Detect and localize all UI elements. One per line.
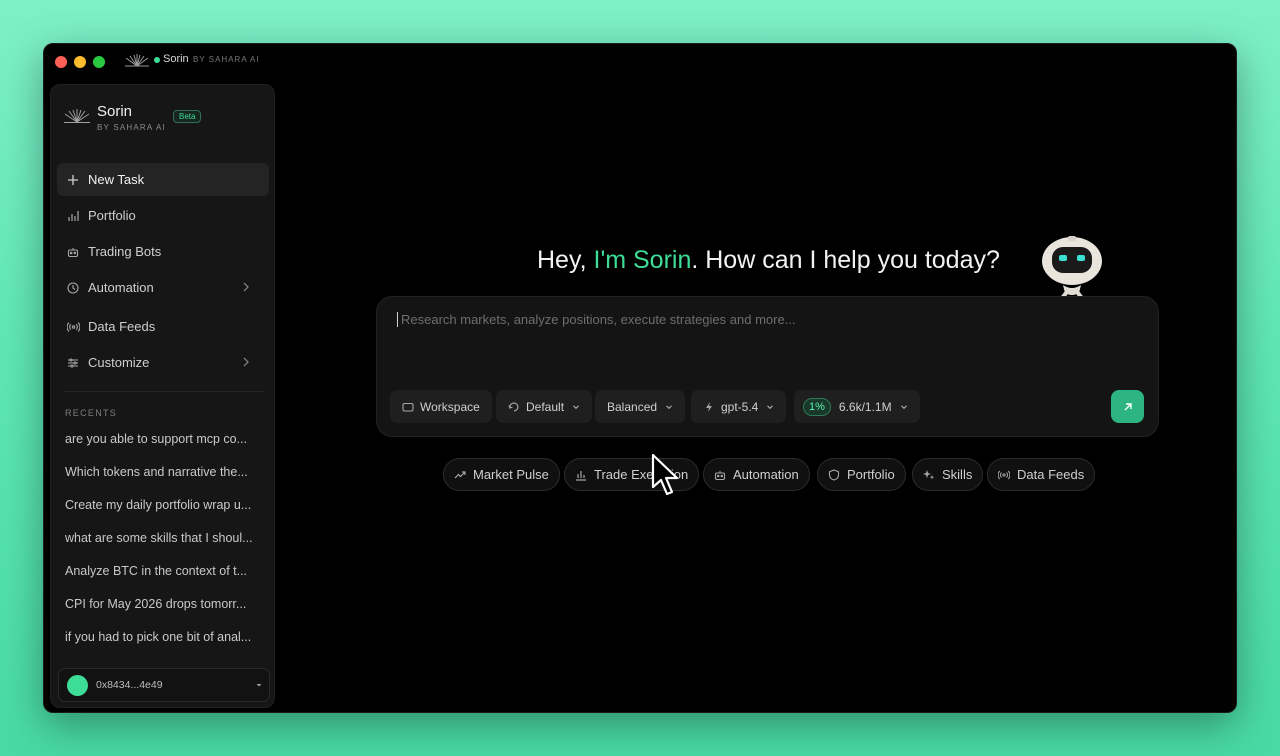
mode-label: Default xyxy=(526,399,565,414)
nav-label: Customize xyxy=(88,355,150,370)
recent-item[interactable]: are you able to support mcp co... xyxy=(65,432,261,446)
nav-label: Trading Bots xyxy=(88,244,162,259)
chip-label: Skills xyxy=(942,467,973,482)
chevron-down-icon xyxy=(900,403,908,411)
recent-item[interactable]: if you had to pick one bit of anal... xyxy=(65,630,261,644)
sidebar-item-automation[interactable]: Automation xyxy=(57,271,269,304)
chevron-down-icon xyxy=(572,403,580,411)
chip-label: Data Feeds xyxy=(1017,467,1085,482)
chip-portfolio[interactable]: Portfolio xyxy=(817,458,906,491)
recent-item[interactable]: Create my daily portfolio wrap u... xyxy=(65,498,261,512)
bot-icon xyxy=(66,245,80,259)
model-dropdown[interactable]: gpt-5.4 xyxy=(691,390,787,423)
recents-heading: RECENTS xyxy=(65,408,118,418)
workspace-label: Workspace xyxy=(420,399,480,414)
chip-label: Market Pulse xyxy=(473,467,549,482)
sidebar-item-customize[interactable]: Customize xyxy=(57,346,269,379)
sparkles-icon xyxy=(923,469,935,481)
nav-label: Data Feeds xyxy=(88,319,156,334)
trending-up-icon xyxy=(454,469,466,481)
bar-chart-icon xyxy=(66,209,80,223)
close-window-button[interactable] xyxy=(55,56,67,68)
bar-chart-icon xyxy=(575,469,587,481)
recent-item[interactable]: Analyze BTC in the context of t... xyxy=(65,564,261,578)
prompt-composer: Workspace Default Balanced gpt-5.4 xyxy=(376,296,1159,437)
nav-label: Portfolio xyxy=(88,208,136,223)
beta-badge: Beta xyxy=(173,110,202,123)
sorin-logo-icon xyxy=(125,54,149,67)
robot-mascot-icon xyxy=(1042,236,1102,303)
clock-icon xyxy=(66,281,80,295)
maximize-window-button[interactable] xyxy=(93,56,105,68)
greeting-accent: I'm Sorin xyxy=(593,246,692,274)
sidebar-item-trading-bots[interactable]: Trading Bots xyxy=(57,235,269,268)
chip-label: Portfolio xyxy=(847,467,895,482)
workspace-button[interactable]: Workspace xyxy=(390,390,492,423)
chevron-right-icon xyxy=(243,357,249,367)
recent-item[interactable]: Which tokens and narrative the... xyxy=(65,465,261,479)
broadcast-icon xyxy=(66,320,80,334)
chip-label: Automation xyxy=(733,467,799,482)
brand-name: Sorin xyxy=(97,103,133,120)
recent-item[interactable]: what are some skills that I shoul... xyxy=(65,531,261,545)
greeting-suffix: . How can I help you today? xyxy=(691,246,1000,274)
balance-dropdown[interactable]: Balanced xyxy=(595,390,686,423)
titlebar-app-name: Sorin xyxy=(163,53,189,65)
status-dot xyxy=(154,57,160,63)
minimize-window-button[interactable] xyxy=(74,56,86,68)
new-task-button[interactable]: New Task xyxy=(57,163,269,196)
bot-icon xyxy=(714,469,726,481)
title-bar: Sorin BY SAHARA AI xyxy=(44,44,1236,78)
mouse-cursor-icon xyxy=(651,453,679,496)
lightning-icon xyxy=(703,401,715,413)
balance-label: Balanced xyxy=(607,399,658,414)
sorin-logo-icon xyxy=(64,109,90,123)
sidebar-item-portfolio[interactable]: Portfolio xyxy=(57,199,269,232)
context-usage-dropdown[interactable]: 1% 6.6k/1.1M xyxy=(794,390,920,423)
chevron-right-icon xyxy=(243,282,249,292)
chip-data-feeds[interactable]: Data Feeds xyxy=(987,458,1096,491)
mode-dropdown[interactable]: Default xyxy=(496,390,593,423)
sidebar-item-data-feeds[interactable]: Data Feeds xyxy=(57,310,269,343)
broadcast-icon xyxy=(998,469,1010,481)
arrow-up-right-icon xyxy=(1124,402,1132,410)
sidebar: Sorin BY SAHARA AI Beta New Task Portfol… xyxy=(50,84,275,708)
wallet-address: 0x8434...4e49 xyxy=(96,679,163,691)
wallet-avatar xyxy=(67,675,88,696)
shield-icon xyxy=(828,468,840,481)
recent-item[interactable]: CPI for May 2026 drops tomorr... xyxy=(65,597,261,611)
greeting-heading: Hey, I'm Sorin. How can I help you today… xyxy=(537,246,1000,275)
plus-icon xyxy=(66,173,80,187)
chevron-down-icon xyxy=(665,403,673,411)
chip-market-pulse[interactable]: Market Pulse xyxy=(443,458,560,491)
nav-label: Automation xyxy=(88,280,154,295)
nav-label: New Task xyxy=(88,172,145,187)
brand-by-line: BY SAHARA AI xyxy=(97,123,166,132)
app-window: Sorin BY SAHARA AI Sorin BY SAHARA AI Be… xyxy=(43,43,1237,713)
sidebar-divider xyxy=(65,391,263,392)
sliders-icon xyxy=(66,356,80,370)
prompt-input[interactable] xyxy=(397,312,1097,327)
send-button[interactable] xyxy=(1111,390,1144,423)
titlebar-by-line: BY SAHARA AI xyxy=(193,55,260,64)
folder-icon xyxy=(402,401,414,413)
chip-skills[interactable]: Skills xyxy=(912,458,984,491)
greeting-prefix: Hey, xyxy=(537,246,594,274)
wallet-selector[interactable]: 0x8434...4e49 xyxy=(58,668,270,702)
context-percent-badge: 1% xyxy=(803,397,831,416)
caret-down-icon xyxy=(256,684,262,687)
chip-automation[interactable]: Automation xyxy=(703,458,810,491)
chevron-down-icon xyxy=(766,403,774,411)
context-tokens-label: 6.6k/1.1M xyxy=(838,399,892,414)
model-label: gpt-5.4 xyxy=(721,399,759,414)
refresh-icon xyxy=(508,401,520,413)
